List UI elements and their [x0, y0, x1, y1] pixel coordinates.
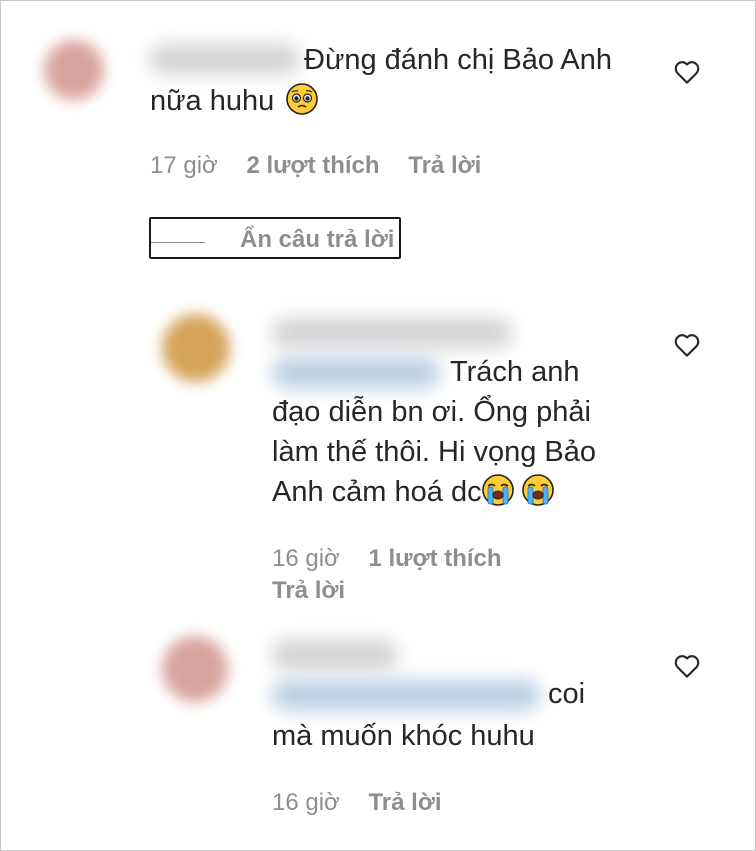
hide-replies-label: Ẩn câu trả lời — [240, 226, 395, 253]
comment-meta: 16 giờ 1 lượt thích — [272, 545, 502, 573]
hide-replies-button[interactable]: Ẩn câu trả lời — [149, 217, 401, 259]
heart-outline-icon[interactable] — [672, 651, 702, 681]
divider-line — [151, 242, 205, 243]
comment-text-line: Anh cảm hoá dc — [272, 476, 482, 508]
likes-count[interactable]: 2 lượt thích — [246, 152, 379, 179]
comment-text: nữa huhu — [150, 81, 319, 121]
heart-outline-icon[interactable] — [672, 330, 702, 360]
avatar[interactable] — [162, 314, 230, 382]
loudly-crying-face-icon — [521, 474, 554, 506]
comment-text: Trách anh — [450, 356, 580, 388]
likes-count[interactable]: 1 lượt thích — [368, 545, 501, 572]
comment-meta: Trả lời — [272, 577, 345, 605]
loudly-crying-face-icon — [481, 474, 514, 506]
mention-blurred[interactable] — [272, 358, 440, 388]
avatar[interactable] — [162, 636, 228, 702]
username-blurred[interactable] — [272, 318, 512, 348]
timestamp: 17 giờ — [150, 152, 218, 179]
comment-text: Anh cảm hoá dc — [272, 472, 554, 512]
comment-meta: 17 giờ 2 lượt thích Trả lời — [150, 152, 481, 180]
mention-blurred[interactable] — [272, 680, 540, 710]
timestamp: 16 giờ — [272, 545, 340, 572]
username-blurred[interactable] — [272, 640, 398, 670]
username-blurred[interactable] — [150, 44, 300, 74]
comment-meta: 16 giờ Trả lời — [272, 789, 442, 817]
timestamp: 16 giờ — [272, 789, 340, 816]
comment-text: Đừng đánh chị Bảo Anh — [304, 44, 613, 76]
comment-text: làm thế thôi. Hi vọng Bảo — [272, 436, 597, 468]
comment-text: coi — [548, 678, 586, 710]
comment-text: mà muốn khóc huhu — [272, 720, 535, 752]
comment-text: đạo diễn bn ơi. Ổng phải — [272, 396, 591, 428]
comment-text-line: nữa huhu — [150, 85, 275, 117]
reply-button[interactable]: Trả lời — [272, 577, 345, 604]
reply-button[interactable]: Trả lời — [408, 152, 481, 179]
pleading-face-icon — [286, 83, 319, 115]
reply-button[interactable]: Trả lời — [368, 789, 441, 816]
avatar[interactable] — [44, 40, 104, 100]
heart-outline-icon[interactable] — [672, 57, 702, 87]
